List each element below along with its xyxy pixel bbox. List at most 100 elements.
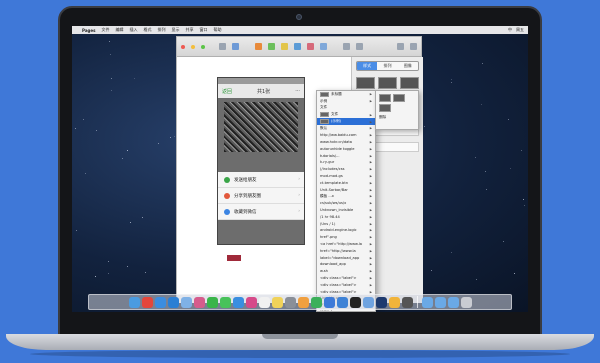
document-icon[interactable] <box>410 43 417 50</box>
menu-format[interactable]: 格式 <box>143 27 151 33</box>
context-menu-item[interactable]: www.hxkr.cn/data ▶ <box>317 139 375 146</box>
app-menu[interactable]: Pages <box>82 28 95 33</box>
submenu-thumb[interactable] <box>393 94 405 102</box>
close-window-icon[interactable] <box>181 44 185 49</box>
context-menu-item[interactable]: 文件 ▶ <box>317 111 375 118</box>
safari-icon[interactable] <box>154 296 166 308</box>
context-menu-item[interactable]: http://ww.baidu.com ▶ <box>317 132 375 139</box>
tab-image[interactable]: 图像 <box>397 62 418 70</box>
context-menu-label: 未标题 <box>331 91 342 96</box>
menu-view[interactable]: 显示 <box>171 27 179 33</box>
format-icon[interactable] <box>397 43 404 50</box>
minimize-window-icon[interactable] <box>191 44 195 49</box>
trash-icon[interactable] <box>460 296 472 308</box>
qq-icon[interactable] <box>167 296 179 308</box>
share-icon[interactable] <box>356 43 363 50</box>
zoom-window-icon[interactable] <box>201 44 205 49</box>
phone-mockup-image[interactable]: 返回 共1张 ··· 发送给朋友 › 分享到朋友圈 › 收藏到微信 › <box>217 77 305 245</box>
table-icon[interactable] <box>268 43 275 50</box>
submenu-thumb[interactable] <box>379 104 391 112</box>
context-menu-item[interactable]: 未标题 ▶ <box>317 91 375 98</box>
view-icon[interactable] <box>219 43 226 50</box>
finder-icon[interactable] <box>128 296 140 308</box>
menu-window[interactable]: 窗口 <box>199 27 207 33</box>
pages-icon[interactable] <box>297 296 309 308</box>
context-menu-item[interactable]: label="download_app ▶ <box>317 254 375 261</box>
tab-style[interactable]: 样式 <box>357 62 378 70</box>
context-menu-item[interactable]: 默认 ▶ <box>317 125 375 132</box>
appstore-icon[interactable] <box>232 296 244 308</box>
photos-icon[interactable] <box>193 296 205 308</box>
notes-icon[interactable] <box>271 296 283 308</box>
context-menu-item[interactable]: autorunhide toggle ▶ <box>317 145 375 152</box>
context-menu-item[interactable]: Unknown_invisible ▶ <box>317 207 375 214</box>
preview-icon[interactable] <box>362 296 374 308</box>
wechat-icon[interactable] <box>206 296 218 308</box>
style-thumb[interactable] <box>400 77 419 89</box>
mail-icon[interactable] <box>180 296 192 308</box>
photoshop-icon[interactable] <box>375 296 387 308</box>
shape-icon[interactable] <box>307 43 314 50</box>
context-menu-item[interactable]: Unit-Sarbar/Bar ▶ <box>317 186 375 193</box>
star <box>523 204 525 206</box>
menu-help[interactable]: 帮助 <box>213 27 221 33</box>
context-menu-item[interactable]: 文件 <box>317 105 375 112</box>
folder-icon[interactable] <box>447 296 459 308</box>
menu-share[interactable]: 共享 <box>185 27 193 33</box>
style-thumb[interactable] <box>378 77 397 89</box>
context-menu-item[interactable]: cs/sub/ws/us/x ▶ <box>317 200 375 207</box>
settings-icon[interactable] <box>284 296 296 308</box>
context-menu-item[interactable]: w.sh ▶ <box>317 268 375 275</box>
context-menu-item[interactable]: href".png ▶ <box>317 234 375 241</box>
terminal-icon[interactable] <box>349 296 361 308</box>
context-menu-item[interactable]: href="http://www.la ▶ <box>317 247 375 254</box>
context-menu-item[interactable]: (/includes/css ▶ <box>317 166 375 173</box>
submenu-thumb[interactable] <box>379 94 391 102</box>
folder-icon[interactable] <box>434 296 446 308</box>
text-icon[interactable] <box>294 43 301 50</box>
context-menu-item[interactable]: (Uns / 1) ▶ <box>317 220 375 227</box>
context-menu-item[interactable]: android.engine.logic ▶ <box>317 227 375 234</box>
insert-icon[interactable] <box>255 43 262 50</box>
dashboard-icon[interactable] <box>401 296 413 308</box>
clock[interactable]: 周五 <box>516 27 524 33</box>
media-icon[interactable] <box>320 43 327 50</box>
laptop-notch <box>262 334 338 339</box>
context-menu-item[interactable]: tutorials/... ▶ <box>317 152 375 159</box>
submenu-arrow-icon: ▶ <box>369 275 372 280</box>
context-menu-item[interactable]: 模板 ...x ▶ <box>317 193 375 200</box>
menu-bar: Pages 文件 编辑 插入 格式 排列 显示 共享 窗口 帮助 中 周五 <box>72 26 528 34</box>
context-menu-item[interactable]: ct-template.btn ▶ <box>317 179 375 186</box>
comment-icon[interactable] <box>343 43 350 50</box>
red-shape[interactable] <box>227 255 241 261</box>
context-menu-item[interactable]: mod-mod-gs ▶ <box>317 173 375 180</box>
menu-edit[interactable]: 编辑 <box>115 27 123 33</box>
sketch-icon[interactable] <box>388 296 400 308</box>
context-menu-item[interactable]: download_app ▶ <box>317 261 375 268</box>
zoom-icon[interactable] <box>232 43 239 50</box>
context-menu-item[interactable]: 示例 ▶ <box>317 98 375 105</box>
numbers-icon[interactable] <box>310 296 322 308</box>
menu-arrange[interactable]: 排列 <box>157 27 165 33</box>
context-menu-item[interactable]: <div class="label"> ▶ <box>317 281 375 288</box>
chart-icon[interactable] <box>281 43 288 50</box>
context-menu-item[interactable]: /1 hr 98.44 ▶ <box>317 213 375 220</box>
context-menu-item[interactable]: <div class="label"> ▶ <box>317 275 375 282</box>
tab-arrange[interactable]: 排列 <box>377 62 398 70</box>
context-menu-item[interactable]: (示例) ▶ <box>317 118 375 125</box>
folder-icon[interactable] <box>421 296 433 308</box>
submenu-delete-item[interactable]: 删除 <box>379 115 415 120</box>
style-thumb[interactable] <box>356 77 375 89</box>
menu-insert[interactable]: 插入 <box>129 27 137 33</box>
messages-icon[interactable] <box>219 296 231 308</box>
context-menu-item[interactable]: k-ry-gur ▶ <box>317 159 375 166</box>
menu-file[interactable]: 文件 <box>101 27 109 33</box>
context-menu-item[interactable]: <a href="http://www.la ▶ <box>317 241 375 248</box>
chrome-icon[interactable] <box>141 296 153 308</box>
keynote-icon[interactable] <box>323 296 335 308</box>
input-method-indicator[interactable]: 中 <box>508 27 512 33</box>
xcode-icon[interactable] <box>336 296 348 308</box>
calendar-icon[interactable] <box>258 296 270 308</box>
itunes-icon[interactable] <box>245 296 257 308</box>
phone-title: 共1张 <box>257 88 271 95</box>
